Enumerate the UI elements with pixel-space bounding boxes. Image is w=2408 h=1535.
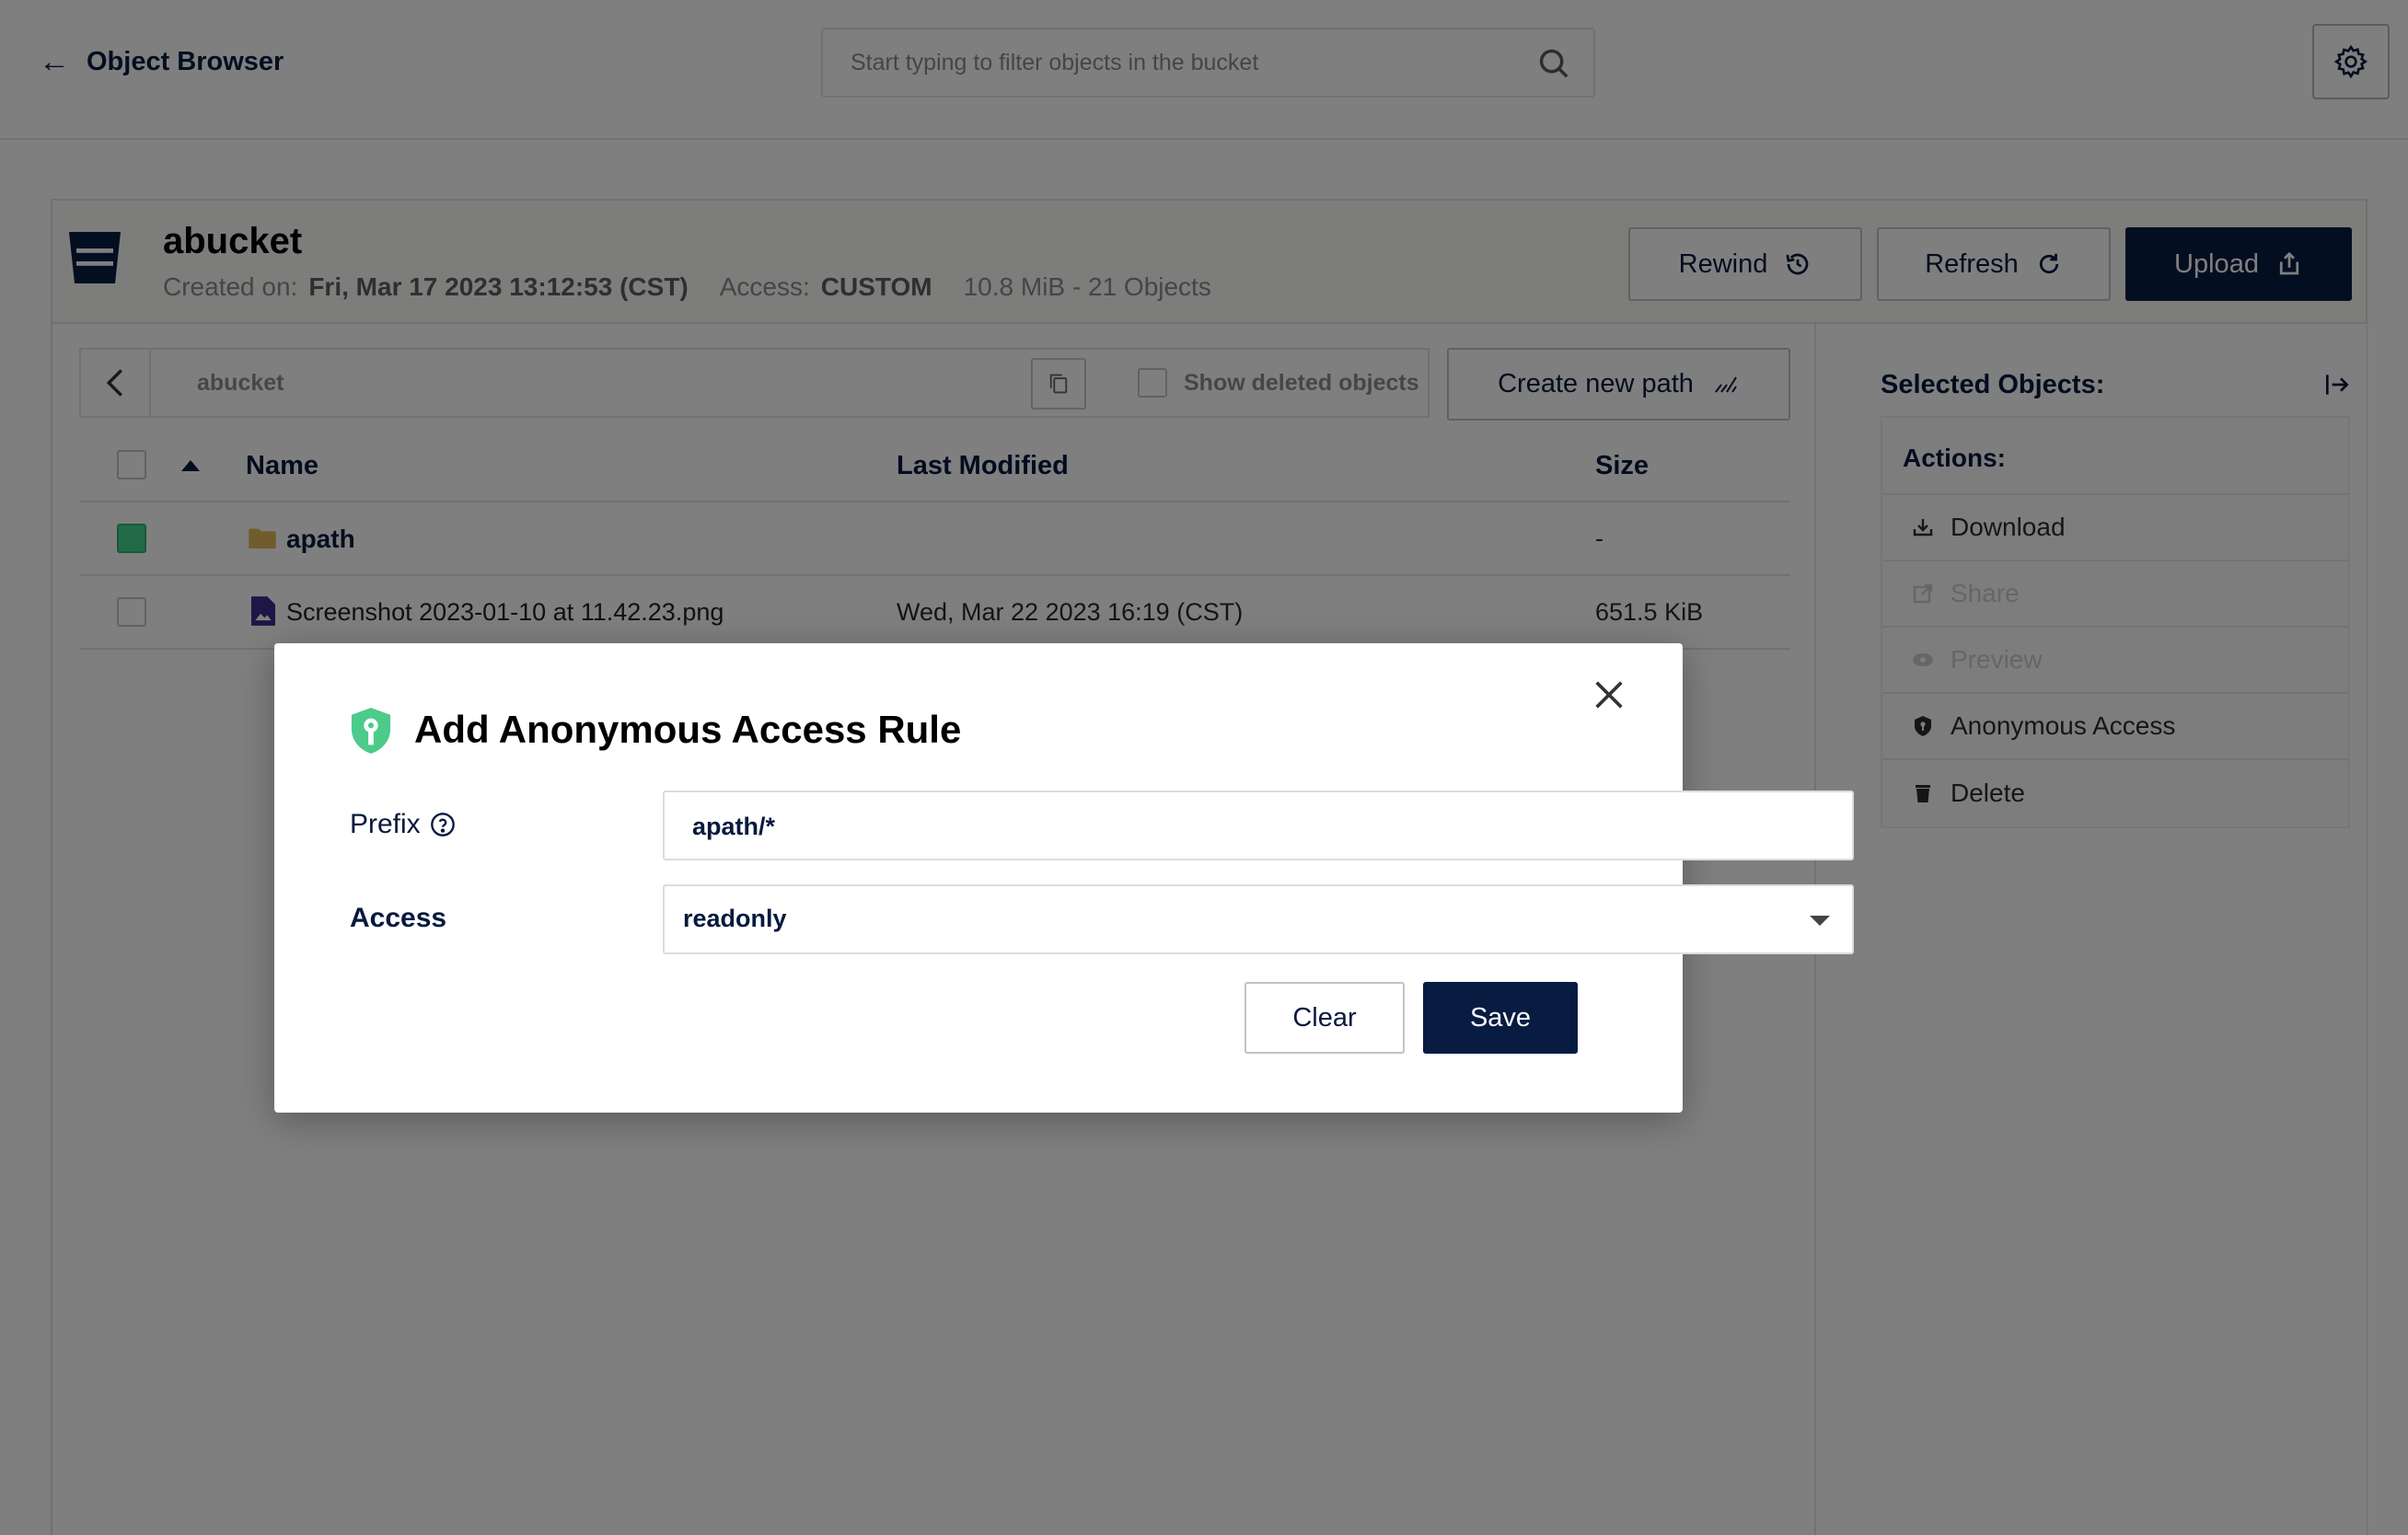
prefix-input-value: apath/* — [692, 813, 776, 840]
access-select-value: readonly — [683, 905, 787, 932]
shield-key-icon — [351, 708, 391, 754]
access-select[interactable]: readonly — [663, 884, 1854, 954]
prefix-label: Prefix — [350, 809, 421, 839]
help-icon[interactable] — [430, 812, 456, 837]
access-label: Access — [350, 903, 447, 933]
dialog-title: Add Anonymous Access Rule — [414, 708, 962, 751]
clear-button[interactable]: Clear — [1245, 982, 1405, 1054]
save-button[interactable]: Save — [1423, 982, 1578, 1054]
close-icon[interactable] — [1591, 676, 1627, 713]
add-anonymous-access-rule-dialog: Add Anonymous Access Rule Prefix apath/*… — [274, 643, 1854, 1113]
prefix-label-group: Prefix — [350, 809, 456, 840]
caret-down-icon — [1810, 916, 1830, 926]
prefix-input[interactable]: apath/* — [663, 791, 1854, 860]
